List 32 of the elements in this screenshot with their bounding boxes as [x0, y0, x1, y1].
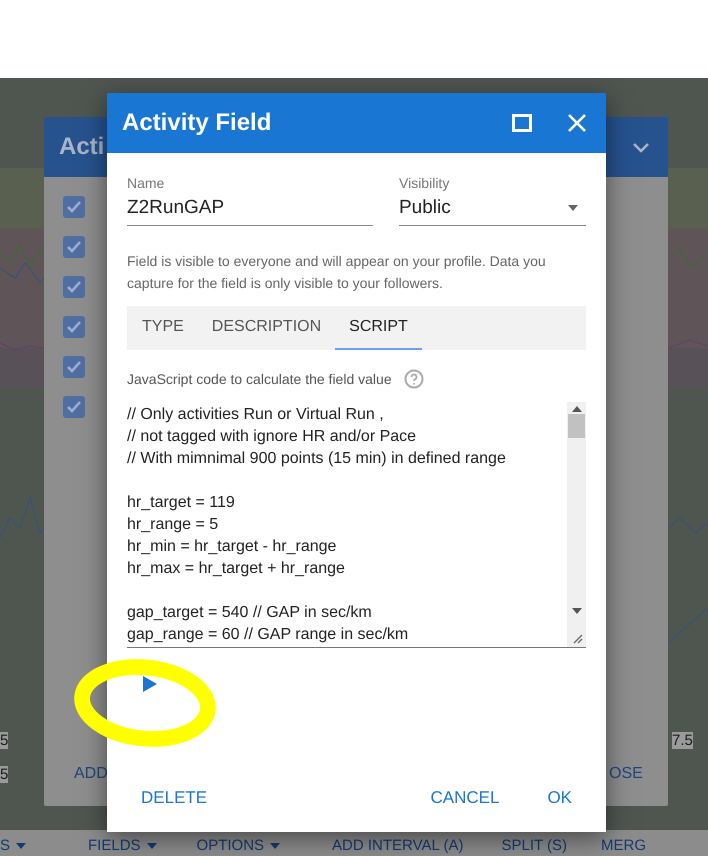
- dialog-button[interactable]: DELETE: [121, 780, 228, 816]
- toolbar-button[interactable]: SPLIT (S): [501, 837, 568, 854]
- panel-button[interactable]: ADD: [74, 765, 108, 783]
- panel-button[interactable]: OSE: [609, 765, 643, 783]
- axis-label: 7.5: [672, 732, 693, 749]
- toolbar-button[interactable]: FIELDS: [88, 837, 157, 854]
- panel-title: Acti: [59, 133, 104, 161]
- code-line: // With mimnimal 900 points (15 min) in defined range: [127, 449, 507, 469]
- tab[interactable]: DESCRIPTION: [198, 306, 336, 350]
- code-line: hr_max = hr_target + hr_range: [127, 559, 346, 579]
- code-line: gap_range = 60 // GAP range in sec/km: [127, 625, 410, 645]
- dialog-button[interactable]: CANCEL: [410, 780, 520, 816]
- code-line: // not tagged with ignore HR and/or Pace: [127, 427, 418, 447]
- tab[interactable]: SCRIPT: [335, 306, 422, 350]
- dialog-title: Activity Field: [122, 109, 272, 137]
- code-line: // Only activities Run or Virtual Run ,: [127, 405, 385, 425]
- code-line: gap_target = 540 // GAP in sec/km: [127, 603, 373, 623]
- toolbar-button[interactable]: S: [0, 837, 26, 854]
- axis-label: 5: [0, 766, 8, 783]
- tab[interactable]: TYPE: [128, 306, 198, 350]
- code-line: hr_range = 5: [127, 515, 220, 535]
- name-field[interactable]: Name Z2RunGAP: [127, 175, 373, 226]
- axis-label: 5: [0, 732, 8, 749]
- code-line: hr_target = 119: [127, 493, 236, 513]
- code-line: hr_min = hr_target - hr_range: [127, 537, 338, 557]
- toolbar-button[interactable]: ADD INTERVAL (A): [332, 837, 464, 854]
- script-label: JavaScript code to calculate the field value: [127, 371, 392, 387]
- toolbar-button[interactable]: OPTIONS: [196, 837, 280, 854]
- visibility-note: Field is visible to everyone and will appear on your profile. Data you capture for the field is only visible to your followers.: [127, 252, 547, 293]
- toolbar-button[interactable]: MERG: [601, 837, 646, 854]
- dialog-button[interactable]: OK: [527, 780, 592, 816]
- visibility-dropdown[interactable]: Visibility Public: [399, 175, 586, 226]
